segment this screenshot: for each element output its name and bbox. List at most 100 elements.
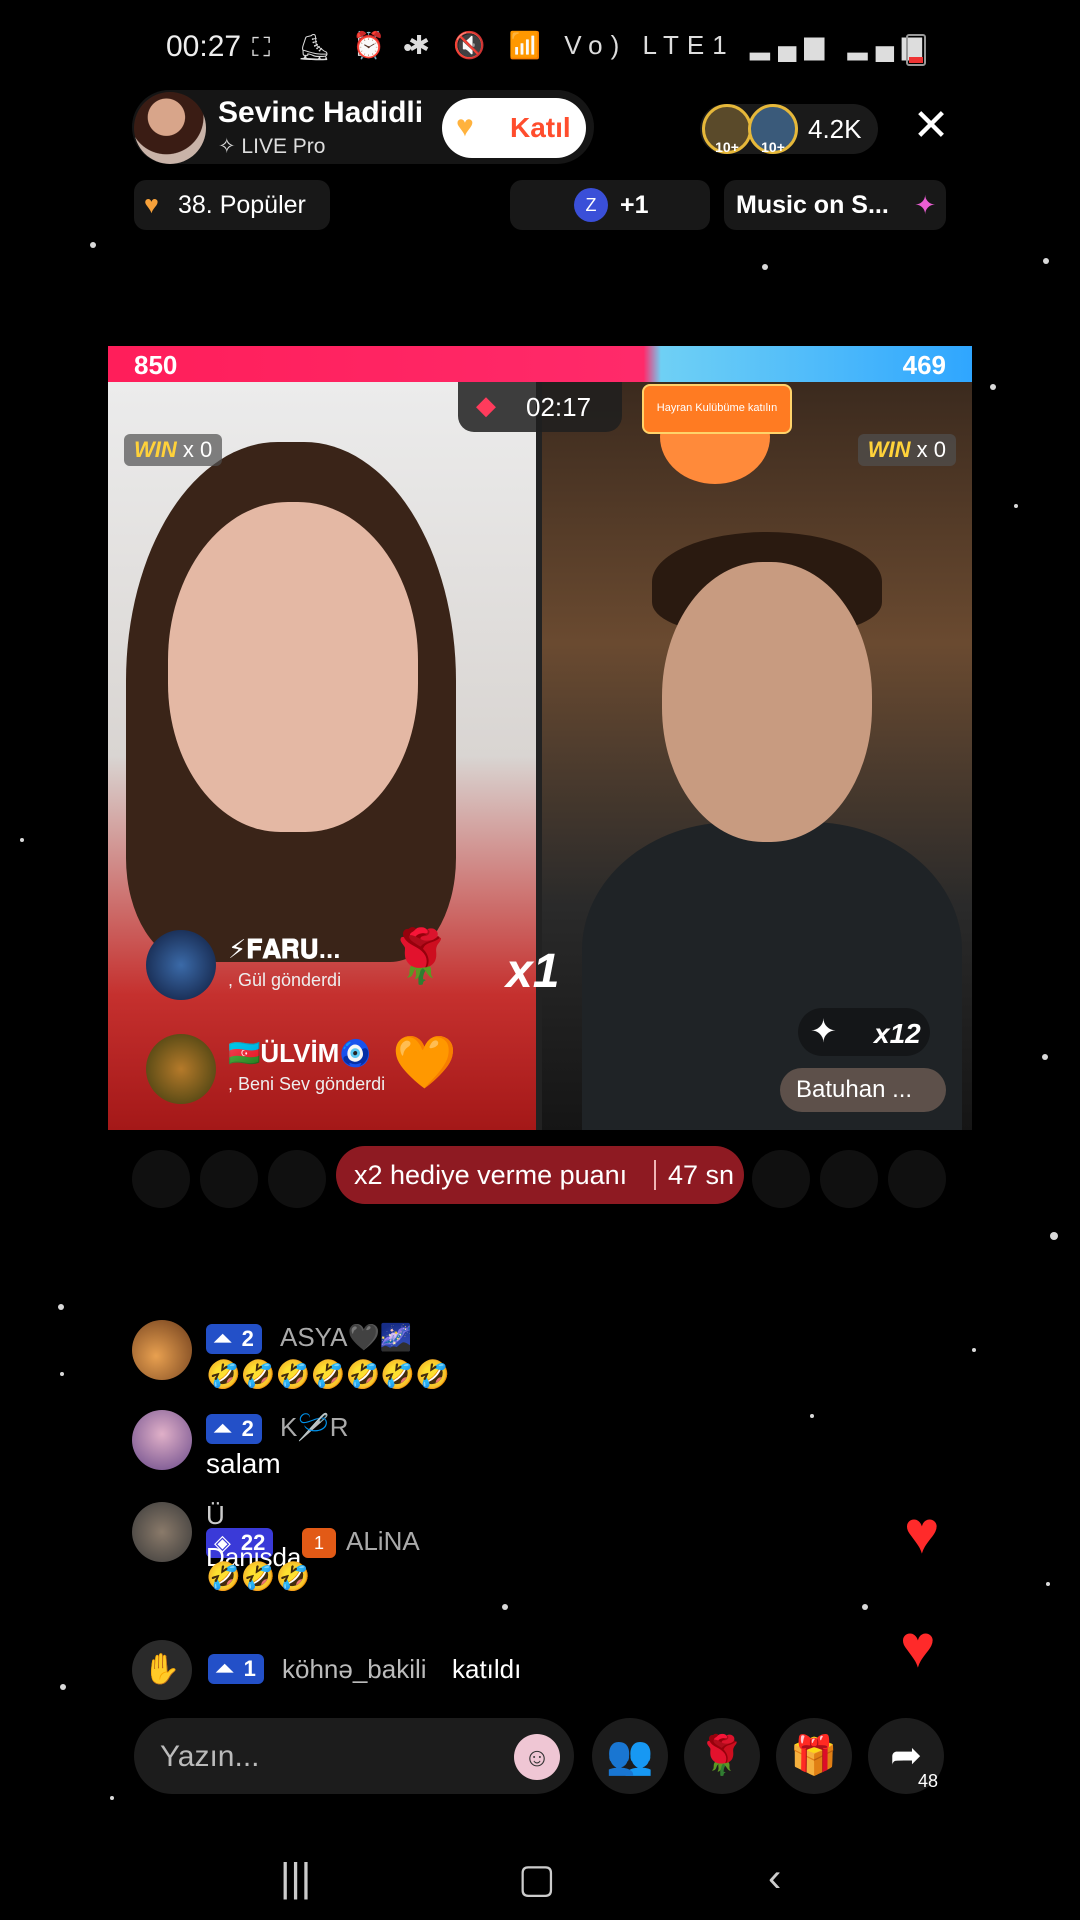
join-label: Katıl xyxy=(510,112,571,143)
chat-text: salam xyxy=(206,1448,281,1479)
gift-message: , Gül gönderdi xyxy=(228,970,342,990)
multi-guest-button[interactable]: 👥 xyxy=(592,1718,668,1794)
people-icon: 👥 xyxy=(606,1735,654,1777)
fan-badge: 1 xyxy=(302,1528,336,1558)
recent-apps-icon[interactable]: ||| xyxy=(280,1856,311,1901)
comment-input[interactable] xyxy=(158,1736,482,1778)
chat-text: 🤣🤣🤣🤣🤣🤣🤣 xyxy=(206,1359,451,1390)
chat-message[interactable]: ⏶ 2 K🪡R salam xyxy=(132,1410,552,1490)
chat-text: 🤣🤣🤣 xyxy=(206,1561,311,1592)
popular-label: 38. Popüler xyxy=(178,191,306,219)
gift-icon: 🎁 xyxy=(790,1735,838,1777)
joined-username[interactable]: köhnə_bakili xyxy=(282,1654,427,1685)
status-bar: 00:27 ⛶ ⛸ ⛶ • ⏰ ✱ 🔇 📶 Vo) LTE1 ▂▄▆ ▂▄▆ xyxy=(0,0,1080,96)
level-value: 2 xyxy=(241,1326,254,1351)
score-right: 469 xyxy=(902,350,946,380)
supporter-avatar[interactable] xyxy=(200,1150,258,1208)
fan-club-button[interactable]: Hayran Kulübüme katılın xyxy=(642,384,792,434)
host-left-video[interactable]: WIN x 0 xyxy=(108,382,536,1130)
supporter-avatar[interactable] xyxy=(132,1150,190,1208)
multiplier-label: x2 hediye verme puanı xyxy=(354,1160,628,1190)
emoji-icon[interactable]: ☺ xyxy=(514,1734,560,1780)
timer-value: 02:17 xyxy=(526,392,592,422)
gift-multiplier-banner[interactable]: x2 hediye verme puanı 47 sn xyxy=(336,1146,744,1204)
contributors-pill[interactable]: Z +1 xyxy=(510,180,710,230)
gift-button[interactable]: 🎁 xyxy=(776,1718,852,1794)
battle-timer: ◆ 02:17 xyxy=(458,382,622,432)
supporter-avatar[interactable] xyxy=(888,1150,946,1208)
viewers-pill[interactable]: 10+ 10+ 4.2K xyxy=(700,104,878,155)
level-icon: ⏶ xyxy=(214,1416,232,1441)
battle-score-bar: 850 469 xyxy=(108,346,972,382)
close-icon[interactable]: ✕ xyxy=(908,104,954,150)
level-icon: ⏶ xyxy=(214,1326,232,1351)
supporter-avatar[interactable] xyxy=(752,1150,810,1208)
wave-hand-icon[interactable]: ✋ xyxy=(132,1640,192,1700)
chat-username[interactable]: ALiNA xyxy=(346,1526,420,1557)
heart-plus-icon: ♥ xyxy=(456,110,474,143)
win-label: WIN xyxy=(134,437,177,462)
top-viewer-avatar[interactable]: 10+ xyxy=(702,104,752,155)
share-button[interactable]: ➦ 48 xyxy=(868,1718,944,1794)
win-count-right: WIN x 0 xyxy=(857,434,956,466)
popular-ranking[interactable]: ♥ 38. Popüler xyxy=(134,180,330,230)
contributor-avatar: Z xyxy=(574,188,608,222)
status-time: 00:27 xyxy=(166,30,242,63)
video-face xyxy=(168,502,418,832)
win-label: WIN xyxy=(867,437,911,462)
battle-icon: ◆ xyxy=(476,390,496,420)
supporter-avatar[interactable] xyxy=(268,1150,326,1208)
gifter-name: ⚡𝐅𝐀𝐑𝐔... xyxy=(228,934,341,964)
gift-combo-right: ✦ x12 xyxy=(798,1008,930,1056)
divider xyxy=(654,1160,656,1190)
share-count: 48 xyxy=(917,1771,938,1791)
win-value: x 0 xyxy=(182,437,213,462)
level-badge: ⏶ 2 xyxy=(206,1324,262,1354)
host-name: Sevinc Hadidli xyxy=(218,96,424,129)
top-viewer-avatar[interactable]: 10+ xyxy=(748,104,798,155)
win-count-left: WIN x 0 xyxy=(124,434,223,466)
level-value: 2 xyxy=(241,1416,254,1441)
music-label: Music on S... xyxy=(736,191,889,219)
chat-avatar[interactable] xyxy=(132,1502,192,1562)
level-icon: ⏶ xyxy=(216,1656,234,1681)
host-avatar[interactable] xyxy=(134,92,206,164)
opponent-host-name[interactable]: Batuhan ... xyxy=(780,1068,946,1112)
rocket-icon: ✦ xyxy=(914,190,936,220)
heart-icon: ♥ xyxy=(904,1499,940,1566)
supporter-avatar[interactable] xyxy=(820,1150,878,1208)
gift-notification: 🇦🇿ÜLVİM🧿 , Beni Sev gönderdi 🧡 xyxy=(136,1028,496,1114)
join-button[interactable]: ♥ Katıl xyxy=(442,98,586,158)
gifter-name: 🇦🇿ÜLVİM🧿 xyxy=(228,1038,372,1068)
joined-action: katıldı xyxy=(452,1654,522,1684)
gifter-avatar xyxy=(146,930,216,1000)
music-pill[interactable]: Music on S... ✦ xyxy=(724,180,946,230)
chat-username[interactable]: K🪡R xyxy=(280,1412,349,1443)
rose-gift-icon: 🌹 xyxy=(388,928,453,986)
chat-avatar[interactable] xyxy=(132,1410,192,1470)
level-badge: ⏶ 2 xyxy=(206,1414,262,1444)
battery-icon xyxy=(906,34,926,66)
comment-box[interactable]: ☺ xyxy=(134,1718,574,1794)
chat-avatar[interactable] xyxy=(132,1320,192,1380)
chat-username[interactable]: ASYA🖤🌌 xyxy=(280,1322,412,1353)
rose-gift-button[interactable]: 🌹 xyxy=(684,1718,760,1794)
gift-combo: x1 xyxy=(506,945,560,998)
home-icon[interactable]: ▢ xyxy=(518,1856,556,1902)
win-value: x 0 xyxy=(916,437,946,462)
gift-message: , Beni Sev gönderdi xyxy=(228,1074,386,1094)
system-navigation-bar: ||| ▢ ‹ xyxy=(0,1836,1080,1920)
gift-notification: ⚡𝐅𝐀𝐑𝐔... , Gül gönderdi 🌹 xyxy=(136,924,496,1010)
status-right-icons: ⏰ ✱ 🔇 📶 Vo) LTE1 ▂▄▆ ▂▄▆ xyxy=(352,30,930,60)
rose-icon: 🌹 xyxy=(698,1735,746,1777)
join-notification: ✋ ⏶ 1 köhnə_bakili katıldı xyxy=(132,1640,692,1700)
level-value: 1 xyxy=(243,1656,256,1681)
chat-message[interactable]: ⏶ 2 ASYA🖤🌌 🤣🤣🤣🤣🤣🤣🤣 xyxy=(132,1320,552,1400)
gifter-avatar xyxy=(146,1034,216,1104)
chat-username-overlay: Ü xyxy=(206,1500,225,1530)
multiplier-time: 47 sn xyxy=(668,1160,735,1190)
host-subtitle: ✧ LIVE Pro xyxy=(218,135,326,158)
chat-message[interactable]: Ü ◈ 22 1 ALiNA Danisda 🤣🤣🤣 xyxy=(132,1500,552,1592)
back-icon[interactable]: ‹ xyxy=(768,1856,781,1901)
love-gift-icon: 🧡 xyxy=(392,1034,457,1092)
